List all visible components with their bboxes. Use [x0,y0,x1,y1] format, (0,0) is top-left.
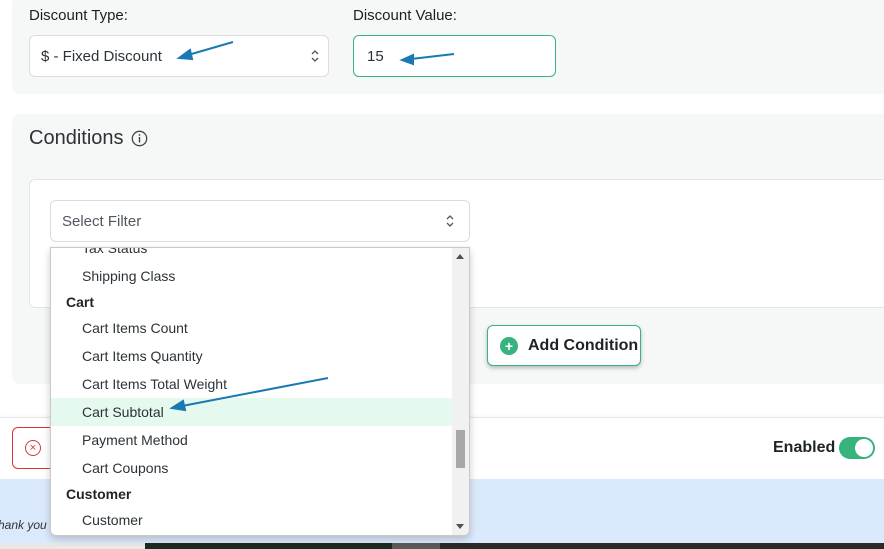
conditions-title: Conditions [29,127,124,149]
dropdown-option[interactable]: Customer [51,506,454,534]
add-condition-button[interactable]: + Add Condition [487,325,641,366]
select-chevrons-icon [446,215,454,227]
enabled-toggle[interactable] [839,437,875,459]
discount-type-value: $ - Fixed Discount [41,47,162,65]
filter-options-list: Tax Status Shipping Class Cart Cart Items C… [51,248,454,535]
scroll-down-icon[interactable] [456,524,464,529]
discount-value-input[interactable] [353,35,556,77]
dropdown-option[interactable]: Cart Items Count [51,314,454,342]
enabled-label: Enabled [773,439,836,456]
discount-type-select[interactable]: $ - Fixed Discount [29,35,329,77]
dropdown-option[interactable]: Cart Items Total Weight [51,370,454,398]
dropdown-group-header: Customer [66,486,132,502]
dropdown-group-header: Cart [66,294,95,310]
filter-placeholder: Select Filter [62,212,142,230]
discount-value-label: Discount Value: [353,7,457,24]
dropdown-option[interactable]: Cart Coupons [51,454,454,482]
dropdown-option[interactable]: Cart Subtotal [51,398,454,426]
dropdown-option[interactable]: Cart Items Quantity [51,342,454,370]
scrollbar-thumb[interactable] [456,430,465,468]
dropdown-option[interactable]: Tax Status [51,248,454,262]
close-circle-icon: × [25,440,41,456]
dropdown-option[interactable]: Shipping Class [51,262,454,290]
filter-dropdown[interactable]: Tax Status Shipping Class Cart Cart Items C… [50,247,470,536]
add-condition-label: Add Condition [528,336,639,354]
footer-strip [0,543,884,549]
plus-icon: + [500,336,518,355]
dropdown-option[interactable]: Is Logged In [51,534,454,535]
dropdown-option[interactable]: Payment Method [51,426,454,454]
notice-text: hank you [0,518,47,532]
select-chevrons-icon [311,50,319,62]
dropdown-scrollbar[interactable] [452,248,469,535]
scroll-up-icon[interactable] [456,254,464,259]
toggle-knob [855,439,873,457]
discount-type-label: Discount Type: [29,7,128,24]
filter-select[interactable]: Select Filter [50,200,470,242]
info-icon[interactable] [131,130,148,147]
